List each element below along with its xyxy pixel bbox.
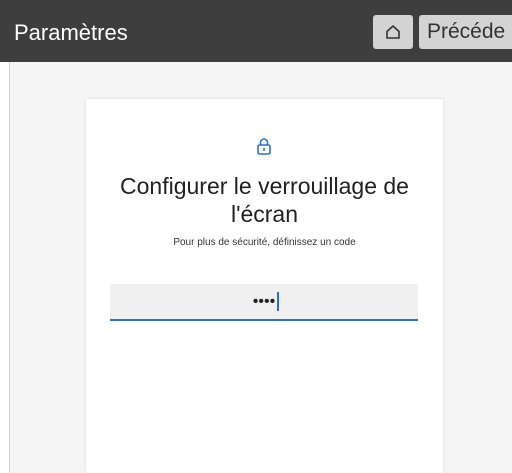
home-icon xyxy=(386,25,400,39)
left-panel-edge xyxy=(0,62,10,473)
pin-input[interactable]: •••• xyxy=(110,284,418,321)
lock-setup-subtitle: Pour plus de sécurité, définissez un cod… xyxy=(173,237,356,248)
page-title: Paramètres xyxy=(14,20,128,45)
lock-setup-heading: Configurer le verrouillage de l'écran xyxy=(120,173,409,227)
lock-icon xyxy=(257,138,271,155)
lock-setup-card: Configurer le verrouillage de l'écran Po… xyxy=(86,99,443,473)
home-button[interactable] xyxy=(373,15,413,49)
text-cursor xyxy=(277,292,279,311)
pin-input-value: •••• xyxy=(252,293,276,310)
previous-button[interactable]: Précéde xyxy=(419,15,512,49)
title-bar: Paramètres Précéde xyxy=(0,0,512,62)
previous-button-label: Précéde xyxy=(427,20,506,43)
